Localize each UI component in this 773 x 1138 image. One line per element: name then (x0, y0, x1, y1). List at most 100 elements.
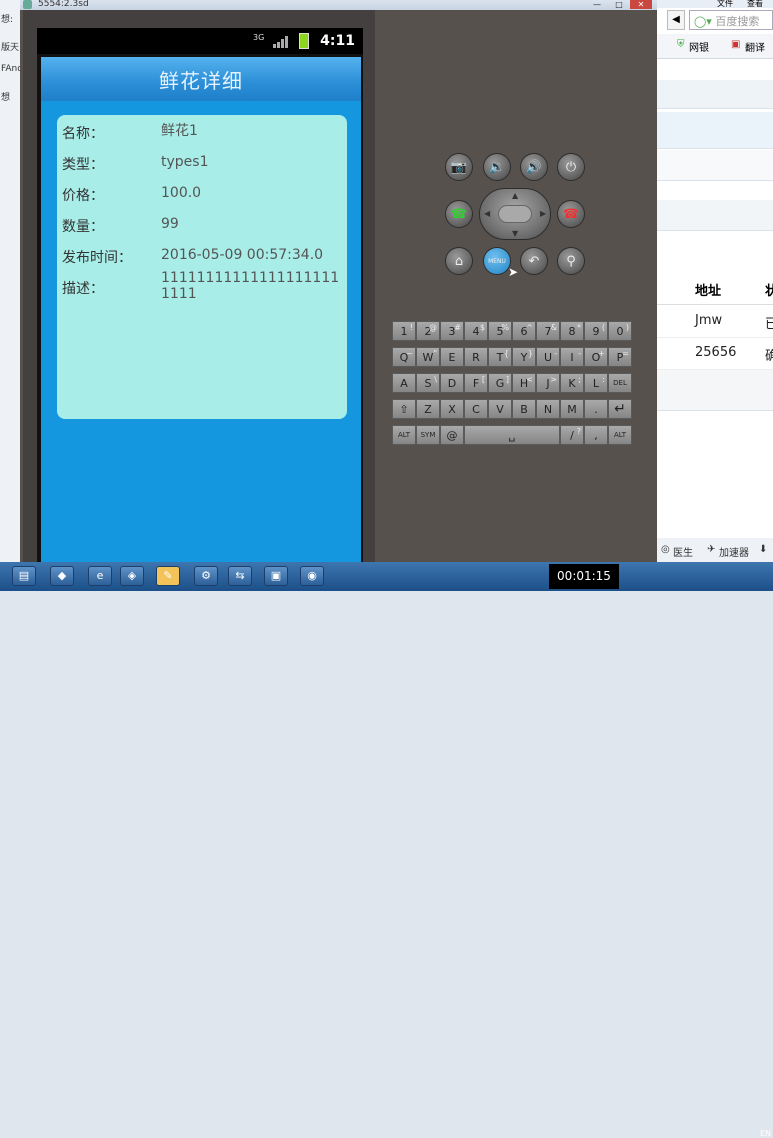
key-label: N (543, 403, 553, 416)
call-icon[interactable]: ☎ (445, 200, 473, 228)
key-x[interactable]: X (440, 399, 464, 419)
dpad-up-icon[interactable]: ▲ (512, 191, 518, 200)
app-icon[interactable]: ⇆ (228, 566, 252, 586)
key-a[interactable]: A (392, 373, 416, 393)
back-arrow-icon[interactable]: ◀ (667, 10, 685, 30)
key-label: Y (520, 351, 528, 364)
key-y[interactable]: Y} (512, 347, 536, 367)
key-alt-left[interactable]: ALT (392, 425, 416, 445)
android-icon (23, 0, 32, 9)
status-doctor[interactable]: 医生 (673, 544, 693, 559)
key-0[interactable]: 0) (608, 321, 632, 341)
key-t[interactable]: T{ (488, 347, 512, 367)
search-icon[interactable]: ⚲ (557, 247, 585, 275)
key-alt-right[interactable]: ALT (608, 425, 632, 445)
power-icon[interactable]: ⏻ (557, 153, 585, 181)
key-l[interactable]: L: (584, 373, 608, 393)
key-alt: \ (434, 375, 437, 384)
key-z[interactable]: Z (416, 399, 440, 419)
explorer-icon[interactable]: ▤ (12, 566, 36, 586)
key-c[interactable]: C (464, 399, 488, 419)
app-icon[interactable]: ⚙ (194, 566, 218, 586)
key-v[interactable]: V (488, 399, 512, 419)
space-key[interactable]: ␣ (464, 425, 560, 445)
key-i[interactable]: I- (560, 347, 584, 367)
ie-icon[interactable]: e (88, 566, 112, 586)
accelerator-icon: ✈ (707, 544, 716, 555)
menu-button[interactable]: MENU (483, 247, 511, 275)
menu-view[interactable]: 查看 (747, 0, 763, 9)
table-row[interactable]: Jmw 已 (657, 305, 773, 338)
dpad-down-icon[interactable]: ▼ (512, 229, 518, 238)
dpad[interactable]: ▲ ▼ ◀ ▶ (479, 188, 551, 240)
key-4[interactable]: 4 $ (464, 321, 488, 341)
table-row[interactable]: 25656 确 (657, 337, 773, 370)
key-delete[interactable]: DEL (608, 373, 632, 393)
key-n[interactable]: N (536, 399, 560, 419)
browser-top-bar: 文件 查看 (657, 0, 773, 8)
app-icon[interactable]: ✎ (156, 566, 180, 586)
key-alt: + (598, 349, 605, 358)
value-type: types1 (161, 154, 209, 170)
volume-down-icon[interactable]: 🔉 (483, 153, 511, 181)
back-icon[interactable]: ↶ (520, 247, 548, 275)
key-8[interactable]: 8 * (560, 321, 584, 341)
key-alt: " (433, 349, 437, 358)
key-e[interactable]: E (440, 347, 464, 367)
dpad-center[interactable] (498, 205, 532, 223)
key-sym[interactable]: SYM (416, 425, 440, 445)
key-period[interactable]: . (584, 399, 608, 419)
shift-icon[interactable]: ⇧ (392, 399, 416, 419)
close-icon[interactable]: ✕ (630, 0, 652, 9)
key-q[interactable]: Q ~ (392, 347, 416, 367)
end-call-icon[interactable]: ☎ (557, 200, 585, 228)
key-u[interactable]: U- (536, 347, 560, 367)
key-7[interactable]: 7 & (536, 321, 560, 341)
key-slash[interactable]: /? (560, 425, 584, 445)
key-s[interactable]: S \ (416, 373, 440, 393)
volume-up-icon[interactable]: 🔊 (520, 153, 548, 181)
key-1[interactable]: 1! (392, 321, 416, 341)
key-w[interactable]: W " (416, 347, 440, 367)
key-p[interactable]: P = (608, 347, 632, 367)
dpad-left-icon[interactable]: ◀ (484, 209, 490, 218)
camera-icon[interactable]: 📷 (445, 153, 473, 181)
app-icon[interactable]: ◆ (50, 566, 74, 586)
key-5[interactable]: 5% (488, 321, 512, 341)
key-k[interactable]: K; (560, 373, 584, 393)
key-6[interactable]: 6 ^ (512, 321, 536, 341)
key-b[interactable]: B (512, 399, 536, 419)
home-icon[interactable]: ⌂ (445, 247, 473, 275)
key-3[interactable]: 3 # (440, 321, 464, 341)
toolbar-translate[interactable]: 翻译 (745, 39, 765, 54)
key-2[interactable]: 2 @ (416, 321, 440, 341)
value-quantity: 99 (161, 216, 179, 232)
key-f[interactable]: F[ (464, 373, 488, 393)
key-g[interactable]: G] (488, 373, 512, 393)
emulator-body: 3G 4:11 鲜花详细 名称： 鲜花1 类型： types1 价格： 100.… (20, 10, 657, 562)
toolbar-netbank[interactable]: 网银 (689, 39, 709, 54)
cell-address: Jmw (695, 313, 723, 328)
status-accelerator[interactable]: 加速器 (719, 544, 749, 559)
minimize-icon[interactable]: — (586, 0, 608, 9)
maximize-icon[interactable]: □ (608, 0, 630, 9)
key-m[interactable]: M (560, 399, 584, 419)
search-input[interactable]: ◯▾ 百度搜索 (689, 10, 773, 30)
key-r[interactable]: R (464, 347, 488, 367)
menu-file[interactable]: 文件 (717, 0, 733, 9)
app-icon[interactable]: ◉ (300, 566, 324, 586)
enter-icon[interactable]: ↵ (608, 399, 632, 419)
emulator-taskbar-icon[interactable]: ▣ (264, 566, 288, 586)
dpad-right-icon[interactable]: ▶ (540, 209, 546, 218)
key-d[interactable]: D (440, 373, 464, 393)
key-j[interactable]: J > (536, 373, 560, 393)
bg-left-text: 版天 (1, 43, 20, 53)
key-o[interactable]: O + (584, 347, 608, 367)
app-icon[interactable]: ◈ (120, 566, 144, 586)
key-9[interactable]: 9( (584, 321, 608, 341)
ime-indicator[interactable]: EN (760, 1129, 771, 1138)
key-at[interactable]: @ (440, 425, 464, 445)
key-alt: ; (578, 375, 581, 384)
key-comma[interactable]: , (584, 425, 608, 445)
key-h[interactable]: H < (512, 373, 536, 393)
